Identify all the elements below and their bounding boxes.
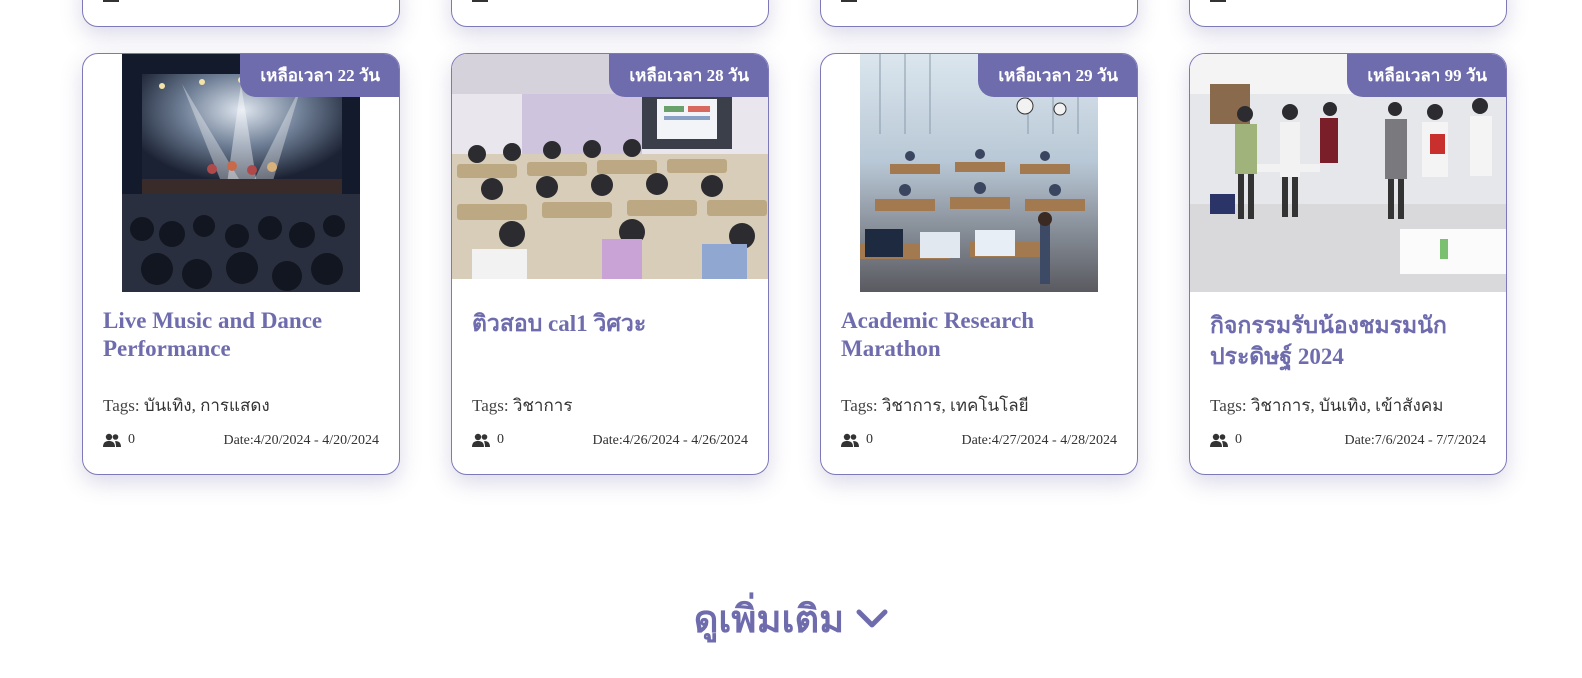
tags-value: วิชาการ [512,396,573,415]
people-icon [1210,0,1226,2]
people-icon [103,0,119,2]
time-remaining-badge: เหลือเวลา 22 วัน [240,54,399,97]
participants: 0 [1210,432,1242,448]
event-tags: Tags: วิชาการ, บันเทิง, เข้าสังคม [1210,392,1443,419]
people-icon [1210,433,1228,447]
event-card-previous-row[interactable] [451,0,769,27]
participant-count: 0 [128,432,135,447]
tags-label: Tags: [841,396,878,415]
people-icon [841,0,857,2]
tags-value: บันเทิง, การแสดง [143,396,270,415]
event-title[interactable]: Live Music and Dance Performance [103,307,383,363]
participants: 0 [103,432,135,448]
people-icon [472,0,488,2]
event-title[interactable]: ติวสอบ cal1 วิศวะ [472,310,752,338]
event-tags: Tags: วิชาการ, เทคโนโลยี [841,392,1029,419]
see-more-label: ดูเพิ่มเติม [693,599,845,641]
participant-count: 0 [497,432,504,447]
event-title[interactable]: Academic Research Marathon [841,307,1121,363]
time-remaining-badge: เหลือเวลา 99 วัน [1347,54,1506,97]
event-card[interactable]: เหลือเวลา 22 วัน Live Music and Dance Pe… [82,53,400,475]
see-more-button[interactable]: ดูเพิ่มเติม [0,588,1582,649]
event-card-previous-row[interactable] [820,0,1138,27]
event-date: Date:4/27/2024 - 4/28/2024 [961,433,1117,448]
participant-count: 0 [866,432,873,447]
event-card-previous-row[interactable] [1189,0,1507,27]
tags-label: Tags: [472,396,509,415]
people-icon [472,433,490,447]
event-card[interactable]: เหลือเวลา 28 วัน ติวสอบ cal1 วิศวะ Tags:… [451,53,769,475]
participant-count: 0 [1235,432,1242,447]
tags-value: วิชาการ, บันเทิง, เข้าสังคม [1250,396,1444,415]
event-card-previous-row[interactable] [82,0,400,27]
event-title[interactable]: กิจกรรมรับน้องชมรมนักประดิษฐ์ 2024 [1210,310,1490,372]
time-remaining-badge: เหลือเวลา 29 วัน [978,54,1137,97]
time-remaining-badge: เหลือเวลา 28 วัน [609,54,768,97]
participants: 0 [472,432,504,448]
participants: 0 [841,432,873,448]
event-tags: Tags: บันเทิง, การแสดง [103,392,270,419]
chevron-down-icon [856,609,888,627]
people-icon [841,433,859,447]
tags-label: Tags: [1210,396,1247,415]
event-card[interactable]: เหลือเวลา 99 วัน กิจกรรมรับน้องชมรมนักปร… [1189,53,1507,475]
people-icon [103,433,121,447]
event-date: Date:4/26/2024 - 4/26/2024 [592,433,748,448]
event-date: Date:7/6/2024 - 7/7/2024 [1344,433,1486,448]
tags-label: Tags: [103,396,140,415]
event-card[interactable]: เหลือเวลา 29 วัน Academic Research Marat… [820,53,1138,475]
tags-value: วิชาการ, เทคโนโลยี [881,396,1029,415]
event-tags: Tags: วิชาการ [472,392,572,419]
event-date: Date:4/20/2024 - 4/20/2024 [223,433,379,448]
